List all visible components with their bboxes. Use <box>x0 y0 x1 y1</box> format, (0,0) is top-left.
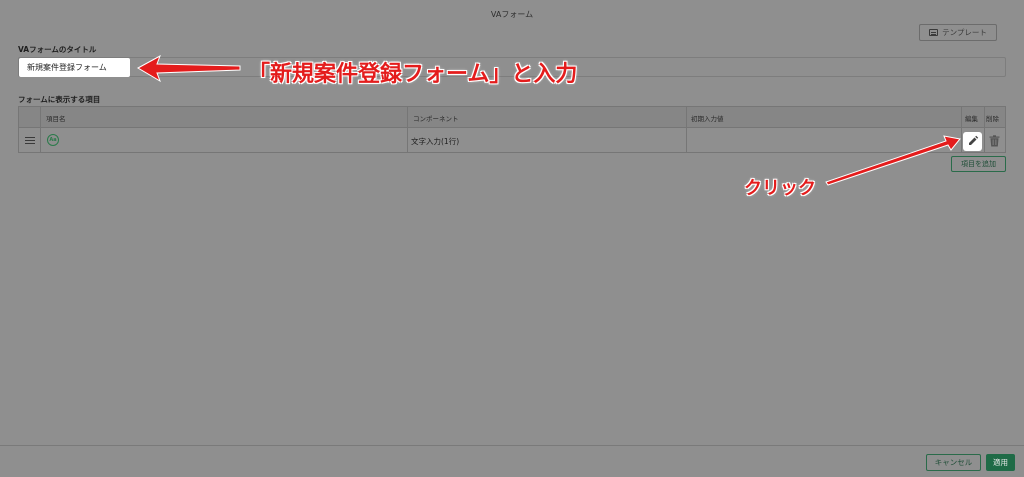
arrow-to-title-input <box>136 54 241 83</box>
annotation-click-instruction: クリック <box>744 178 816 199</box>
arrow-to-edit-button <box>825 135 961 186</box>
annotation-input-instruction: 「新規案件登録フォーム」と入力 <box>248 62 578 87</box>
